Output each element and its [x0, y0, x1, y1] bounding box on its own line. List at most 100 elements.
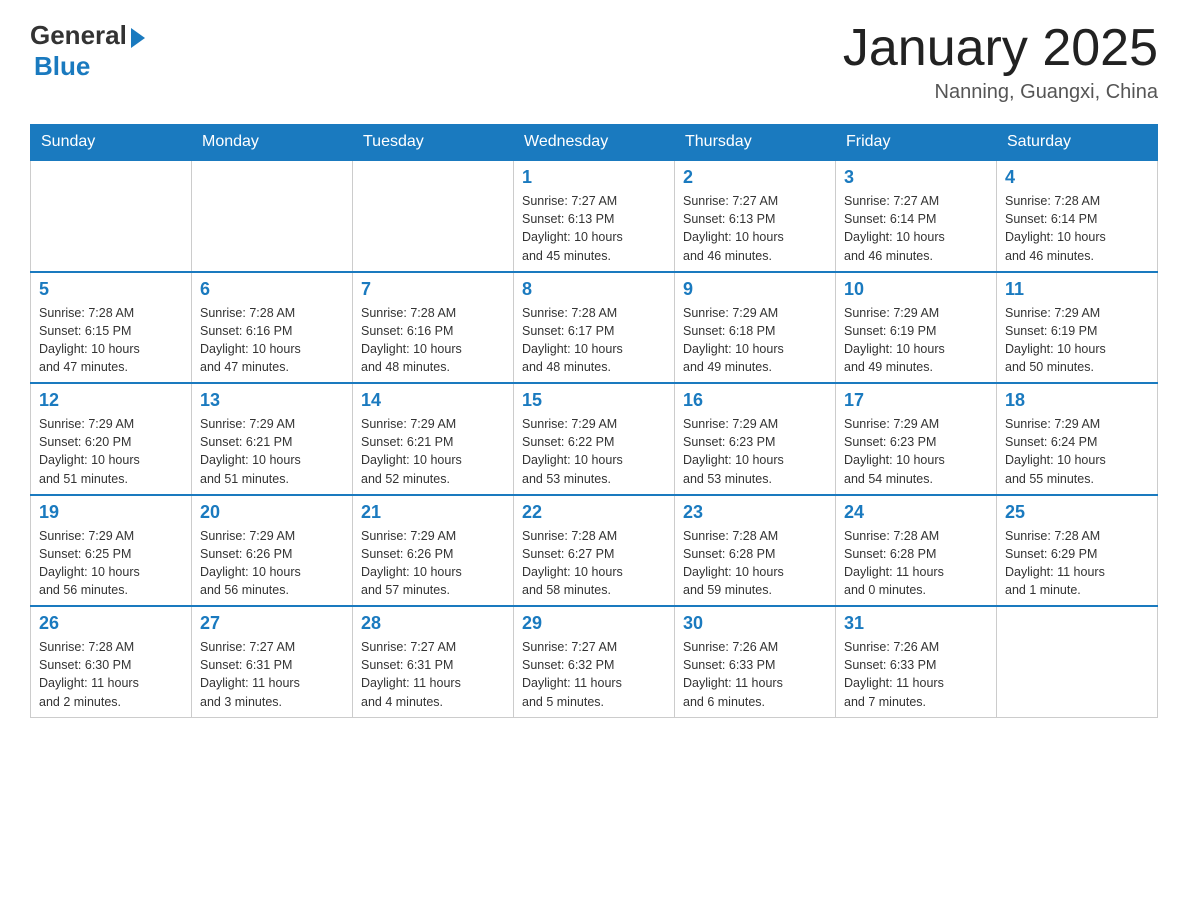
- day-number: 2: [683, 167, 827, 188]
- calendar-day-cell: 29 Sunrise: 7:27 AM Sunset: 6:32 PM Dayli…: [514, 606, 675, 717]
- day-sun-info: Sunrise: 7:29 AM Sunset: 6:25 PM Dayligh…: [39, 527, 183, 600]
- calendar-header-row: SundayMondayTuesdayWednesdayThursdayFrid…: [31, 125, 1158, 161]
- day-sun-info: Sunrise: 7:29 AM Sunset: 6:21 PM Dayligh…: [200, 415, 344, 488]
- day-number: 1: [522, 167, 666, 188]
- day-number: 24: [844, 502, 988, 523]
- calendar-day-cell: 25Sunrise: 7:28 AM Sunset: 6:29 PM Dayli…: [997, 495, 1158, 607]
- calendar-header-thursday: Thursday: [675, 125, 836, 161]
- day-number: 18: [1005, 390, 1149, 411]
- day-number: 8: [522, 279, 666, 300]
- calendar-day-cell: 6Sunrise: 7:28 AM Sunset: 6:16 PM Daylig…: [192, 272, 353, 384]
- calendar-day-cell: 22 Sunrise: 7:28 AM Sunset: 6:27 PM Dayli…: [514, 495, 675, 607]
- day-sun-info: Sunrise: 7:29 AM Sunset: 6:23 PM Dayligh…: [844, 415, 988, 488]
- day-sun-info: Sunrise: 7:27 AM Sunset: 6:31 PM Dayligh…: [361, 638, 505, 711]
- logo-general-text: General: [30, 20, 127, 51]
- calendar-day-cell: [192, 160, 353, 272]
- day-sun-info: Sunrise: 7:28 AM Sunset: 6:29 PM Dayligh…: [1005, 527, 1149, 600]
- day-sun-info: Sunrise: 7:28 AM Sunset: 6:16 PM Dayligh…: [200, 304, 344, 377]
- day-sun-info: Sunrise: 7:29 AM Sunset: 6:23 PM Dayligh…: [683, 415, 827, 488]
- day-sun-info: Sunrise: 7:27 AM Sunset: 6:13 PM Dayligh…: [522, 192, 666, 265]
- day-number: 12: [39, 390, 183, 411]
- day-sun-info: Sunrise: 7:27 AM Sunset: 6:31 PM Dayligh…: [200, 638, 344, 711]
- day-sun-info: Sunrise: 7:27 AM Sunset: 6:32 PM Dayligh…: [522, 638, 666, 711]
- day-sun-info: Sunrise: 7:29 AM Sunset: 6:24 PM Dayligh…: [1005, 415, 1149, 488]
- calendar-header-wednesday: Wednesday: [514, 125, 675, 161]
- day-number: 30: [683, 613, 827, 634]
- calendar-day-cell: 17 Sunrise: 7:29 AM Sunset: 6:23 PM Dayli…: [836, 383, 997, 495]
- day-sun-info: Sunrise: 7:28 AM Sunset: 6:27 PM Dayligh…: [522, 527, 666, 600]
- calendar-day-cell: [353, 160, 514, 272]
- calendar-day-cell: 5Sunrise: 7:28 AM Sunset: 6:15 PM Daylig…: [31, 272, 192, 384]
- day-number: 29: [522, 613, 666, 634]
- day-number: 22: [522, 502, 666, 523]
- day-number: 13: [200, 390, 344, 411]
- day-sun-info: Sunrise: 7:27 AM Sunset: 6:14 PM Dayligh…: [844, 192, 988, 265]
- day-sun-info: Sunrise: 7:29 AM Sunset: 6:21 PM Dayligh…: [361, 415, 505, 488]
- location-subtitle: Nanning, Guangxi, China: [843, 81, 1158, 104]
- logo: General Blue: [30, 20, 145, 82]
- month-title: January 2025: [843, 20, 1158, 77]
- day-sun-info: Sunrise: 7:26 AM Sunset: 6:33 PM Dayligh…: [844, 638, 988, 711]
- day-sun-info: Sunrise: 7:29 AM Sunset: 6:26 PM Dayligh…: [200, 527, 344, 600]
- calendar-day-cell: 1 Sunrise: 7:27 AM Sunset: 6:13 PM Daylig…: [514, 160, 675, 272]
- calendar-day-cell: 18 Sunrise: 7:29 AM Sunset: 6:24 PM Dayli…: [997, 383, 1158, 495]
- calendar-day-cell: [31, 160, 192, 272]
- day-number: 26: [39, 613, 183, 634]
- calendar-day-cell: 26 Sunrise: 7:28 AM Sunset: 6:30 PM Dayli…: [31, 606, 192, 717]
- calendar-header-saturday: Saturday: [997, 125, 1158, 161]
- calendar-table: SundayMondayTuesdayWednesdayThursdayFrid…: [30, 124, 1158, 718]
- day-sun-info: Sunrise: 7:29 AM Sunset: 6:19 PM Dayligh…: [1005, 304, 1149, 377]
- day-sun-info: Sunrise: 7:29 AM Sunset: 6:19 PM Dayligh…: [844, 304, 988, 377]
- calendar-day-cell: 4 Sunrise: 7:28 AM Sunset: 6:14 PM Daylig…: [997, 160, 1158, 272]
- calendar-header-tuesday: Tuesday: [353, 125, 514, 161]
- day-number: 19: [39, 502, 183, 523]
- day-number: 28: [361, 613, 505, 634]
- calendar-day-cell: 28 Sunrise: 7:27 AM Sunset: 6:31 PM Dayli…: [353, 606, 514, 717]
- day-number: 7: [361, 279, 505, 300]
- calendar-day-cell: 7 Sunrise: 7:28 AM Sunset: 6:16 PM Daylig…: [353, 272, 514, 384]
- day-sun-info: Sunrise: 7:28 AM Sunset: 6:15 PM Dayligh…: [39, 304, 183, 377]
- day-number: 23: [683, 502, 827, 523]
- calendar-week-row: 26 Sunrise: 7:28 AM Sunset: 6:30 PM Dayli…: [31, 606, 1158, 717]
- calendar-day-cell: 30Sunrise: 7:26 AM Sunset: 6:33 PM Dayli…: [675, 606, 836, 717]
- calendar-day-cell: 23 Sunrise: 7:28 AM Sunset: 6:28 PM Dayli…: [675, 495, 836, 607]
- calendar-day-cell: 8 Sunrise: 7:28 AM Sunset: 6:17 PM Daylig…: [514, 272, 675, 384]
- calendar-day-cell: 11Sunrise: 7:29 AM Sunset: 6:19 PM Dayli…: [997, 272, 1158, 384]
- calendar-header-sunday: Sunday: [31, 125, 192, 161]
- calendar-day-cell: 19 Sunrise: 7:29 AM Sunset: 6:25 PM Dayli…: [31, 495, 192, 607]
- day-number: 21: [361, 502, 505, 523]
- day-sun-info: Sunrise: 7:28 AM Sunset: 6:28 PM Dayligh…: [844, 527, 988, 600]
- calendar-day-cell: 9 Sunrise: 7:29 AM Sunset: 6:18 PM Daylig…: [675, 272, 836, 384]
- day-sun-info: Sunrise: 7:27 AM Sunset: 6:13 PM Dayligh…: [683, 192, 827, 265]
- day-number: 9: [683, 279, 827, 300]
- day-sun-info: Sunrise: 7:28 AM Sunset: 6:14 PM Dayligh…: [1005, 192, 1149, 265]
- day-number: 17: [844, 390, 988, 411]
- calendar-day-cell: [997, 606, 1158, 717]
- day-number: 4: [1005, 167, 1149, 188]
- calendar-day-cell: 31 Sunrise: 7:26 AM Sunset: 6:33 PM Dayli…: [836, 606, 997, 717]
- day-sun-info: Sunrise: 7:29 AM Sunset: 6:18 PM Dayligh…: [683, 304, 827, 377]
- calendar-week-row: 19 Sunrise: 7:29 AM Sunset: 6:25 PM Dayli…: [31, 495, 1158, 607]
- calendar-day-cell: 21 Sunrise: 7:29 AM Sunset: 6:26 PM Dayli…: [353, 495, 514, 607]
- day-number: 27: [200, 613, 344, 634]
- day-number: 3: [844, 167, 988, 188]
- day-sun-info: Sunrise: 7:28 AM Sunset: 6:16 PM Dayligh…: [361, 304, 505, 377]
- calendar-day-cell: 13 Sunrise: 7:29 AM Sunset: 6:21 PM Dayli…: [192, 383, 353, 495]
- page-header: General Blue January 2025 Nanning, Guang…: [30, 20, 1158, 104]
- day-sun-info: Sunrise: 7:28 AM Sunset: 6:30 PM Dayligh…: [39, 638, 183, 711]
- day-number: 31: [844, 613, 988, 634]
- calendar-day-cell: 14Sunrise: 7:29 AM Sunset: 6:21 PM Dayli…: [353, 383, 514, 495]
- day-sun-info: Sunrise: 7:29 AM Sunset: 6:26 PM Dayligh…: [361, 527, 505, 600]
- logo-blue-text: Blue: [34, 51, 90, 82]
- calendar-day-cell: 27 Sunrise: 7:27 AM Sunset: 6:31 PM Dayli…: [192, 606, 353, 717]
- day-sun-info: Sunrise: 7:28 AM Sunset: 6:17 PM Dayligh…: [522, 304, 666, 377]
- title-section: January 2025 Nanning, Guangxi, China: [843, 20, 1158, 104]
- day-number: 20: [200, 502, 344, 523]
- calendar-header-friday: Friday: [836, 125, 997, 161]
- day-sun-info: Sunrise: 7:29 AM Sunset: 6:20 PM Dayligh…: [39, 415, 183, 488]
- calendar-day-cell: 2 Sunrise: 7:27 AM Sunset: 6:13 PM Daylig…: [675, 160, 836, 272]
- calendar-week-row: 5Sunrise: 7:28 AM Sunset: 6:15 PM Daylig…: [31, 272, 1158, 384]
- calendar-day-cell: 15Sunrise: 7:29 AM Sunset: 6:22 PM Dayli…: [514, 383, 675, 495]
- day-sun-info: Sunrise: 7:28 AM Sunset: 6:28 PM Dayligh…: [683, 527, 827, 600]
- logo-arrow-icon: [131, 28, 145, 48]
